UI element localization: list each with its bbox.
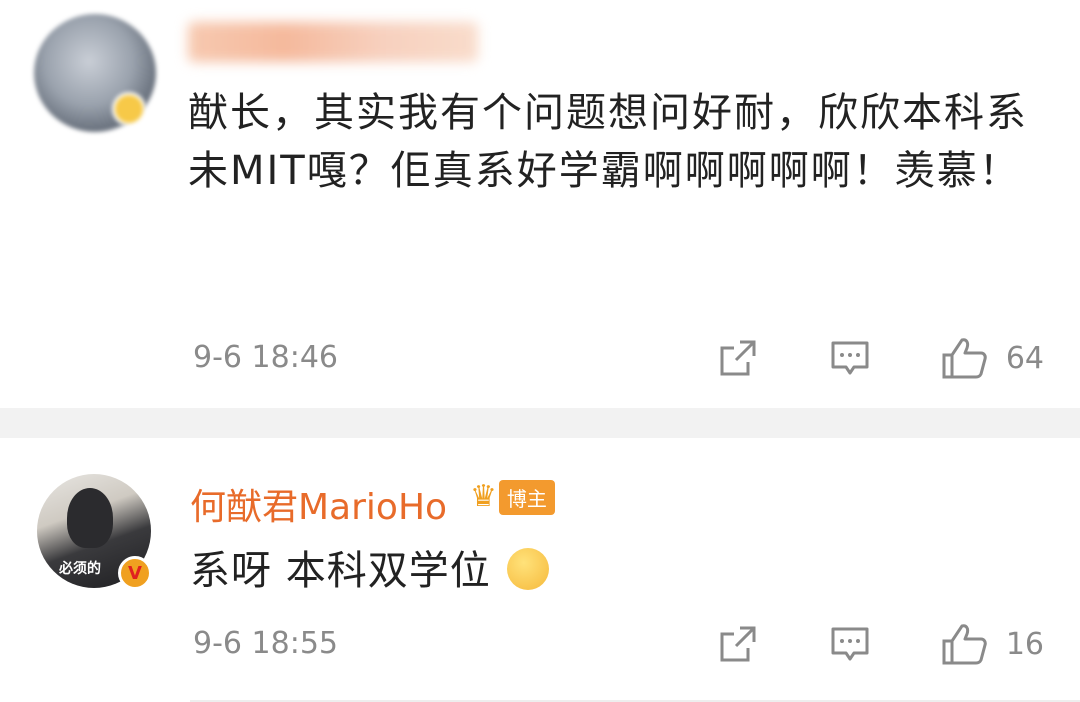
comment-text-content: 系呀 本科双学位 xyxy=(190,548,491,594)
avatar-person xyxy=(67,488,113,548)
comment-item: 猷长，其实我有个问题想问好耐，欣欣本科系未MIT嘎？佢真系好学霸啊啊啊啊啊！羡慕… xyxy=(0,0,1080,408)
like-icon xyxy=(942,623,988,665)
shy-emoji-icon xyxy=(506,548,549,590)
author-badge: ♛ 博主 xyxy=(470,479,555,515)
comment-text: 猷长，其实我有个问题想问好耐，欣欣本科系未MIT嘎？佢真系好学霸啊啊啊啊啊！羡慕… xyxy=(188,90,1028,194)
verified-badge-icon: V xyxy=(118,556,152,590)
username[interactable]: 何猷君MarioHo xyxy=(190,478,447,530)
comment-text: 系呀 本科双学位 xyxy=(190,542,549,600)
comment-divider xyxy=(0,408,1080,438)
like-button[interactable]: 16 xyxy=(942,623,1044,665)
like-icon xyxy=(942,337,988,379)
comment-actions: 64 xyxy=(718,337,1044,379)
share-button[interactable] xyxy=(718,624,758,664)
comment-item: 必须的 V 何猷君MarioHo ♛ 博主 系呀 本科双学位 9-6 18:55… xyxy=(0,438,1080,702)
like-count: 64 xyxy=(1005,340,1044,376)
crown-icon: ♛ xyxy=(470,479,497,514)
reply-button[interactable] xyxy=(830,338,870,378)
comment-icon xyxy=(830,624,870,664)
share-icon xyxy=(718,338,758,378)
comment-timestamp: 9-6 18:55 xyxy=(193,626,338,661)
author-tag: 博主 xyxy=(498,479,555,515)
avatar-caption: 必须的 xyxy=(59,561,101,577)
comment-timestamp: 9-6 18:46 xyxy=(193,340,338,375)
share-icon xyxy=(718,624,758,664)
reply-button[interactable] xyxy=(830,624,870,664)
username[interactable] xyxy=(188,22,478,62)
comment-actions: 16 xyxy=(718,623,1044,665)
verified-badge-icon xyxy=(112,92,146,126)
like-button[interactable]: 64 xyxy=(942,337,1044,379)
comment-icon xyxy=(830,338,870,378)
share-button[interactable] xyxy=(718,338,758,378)
like-count: 16 xyxy=(1005,626,1044,662)
